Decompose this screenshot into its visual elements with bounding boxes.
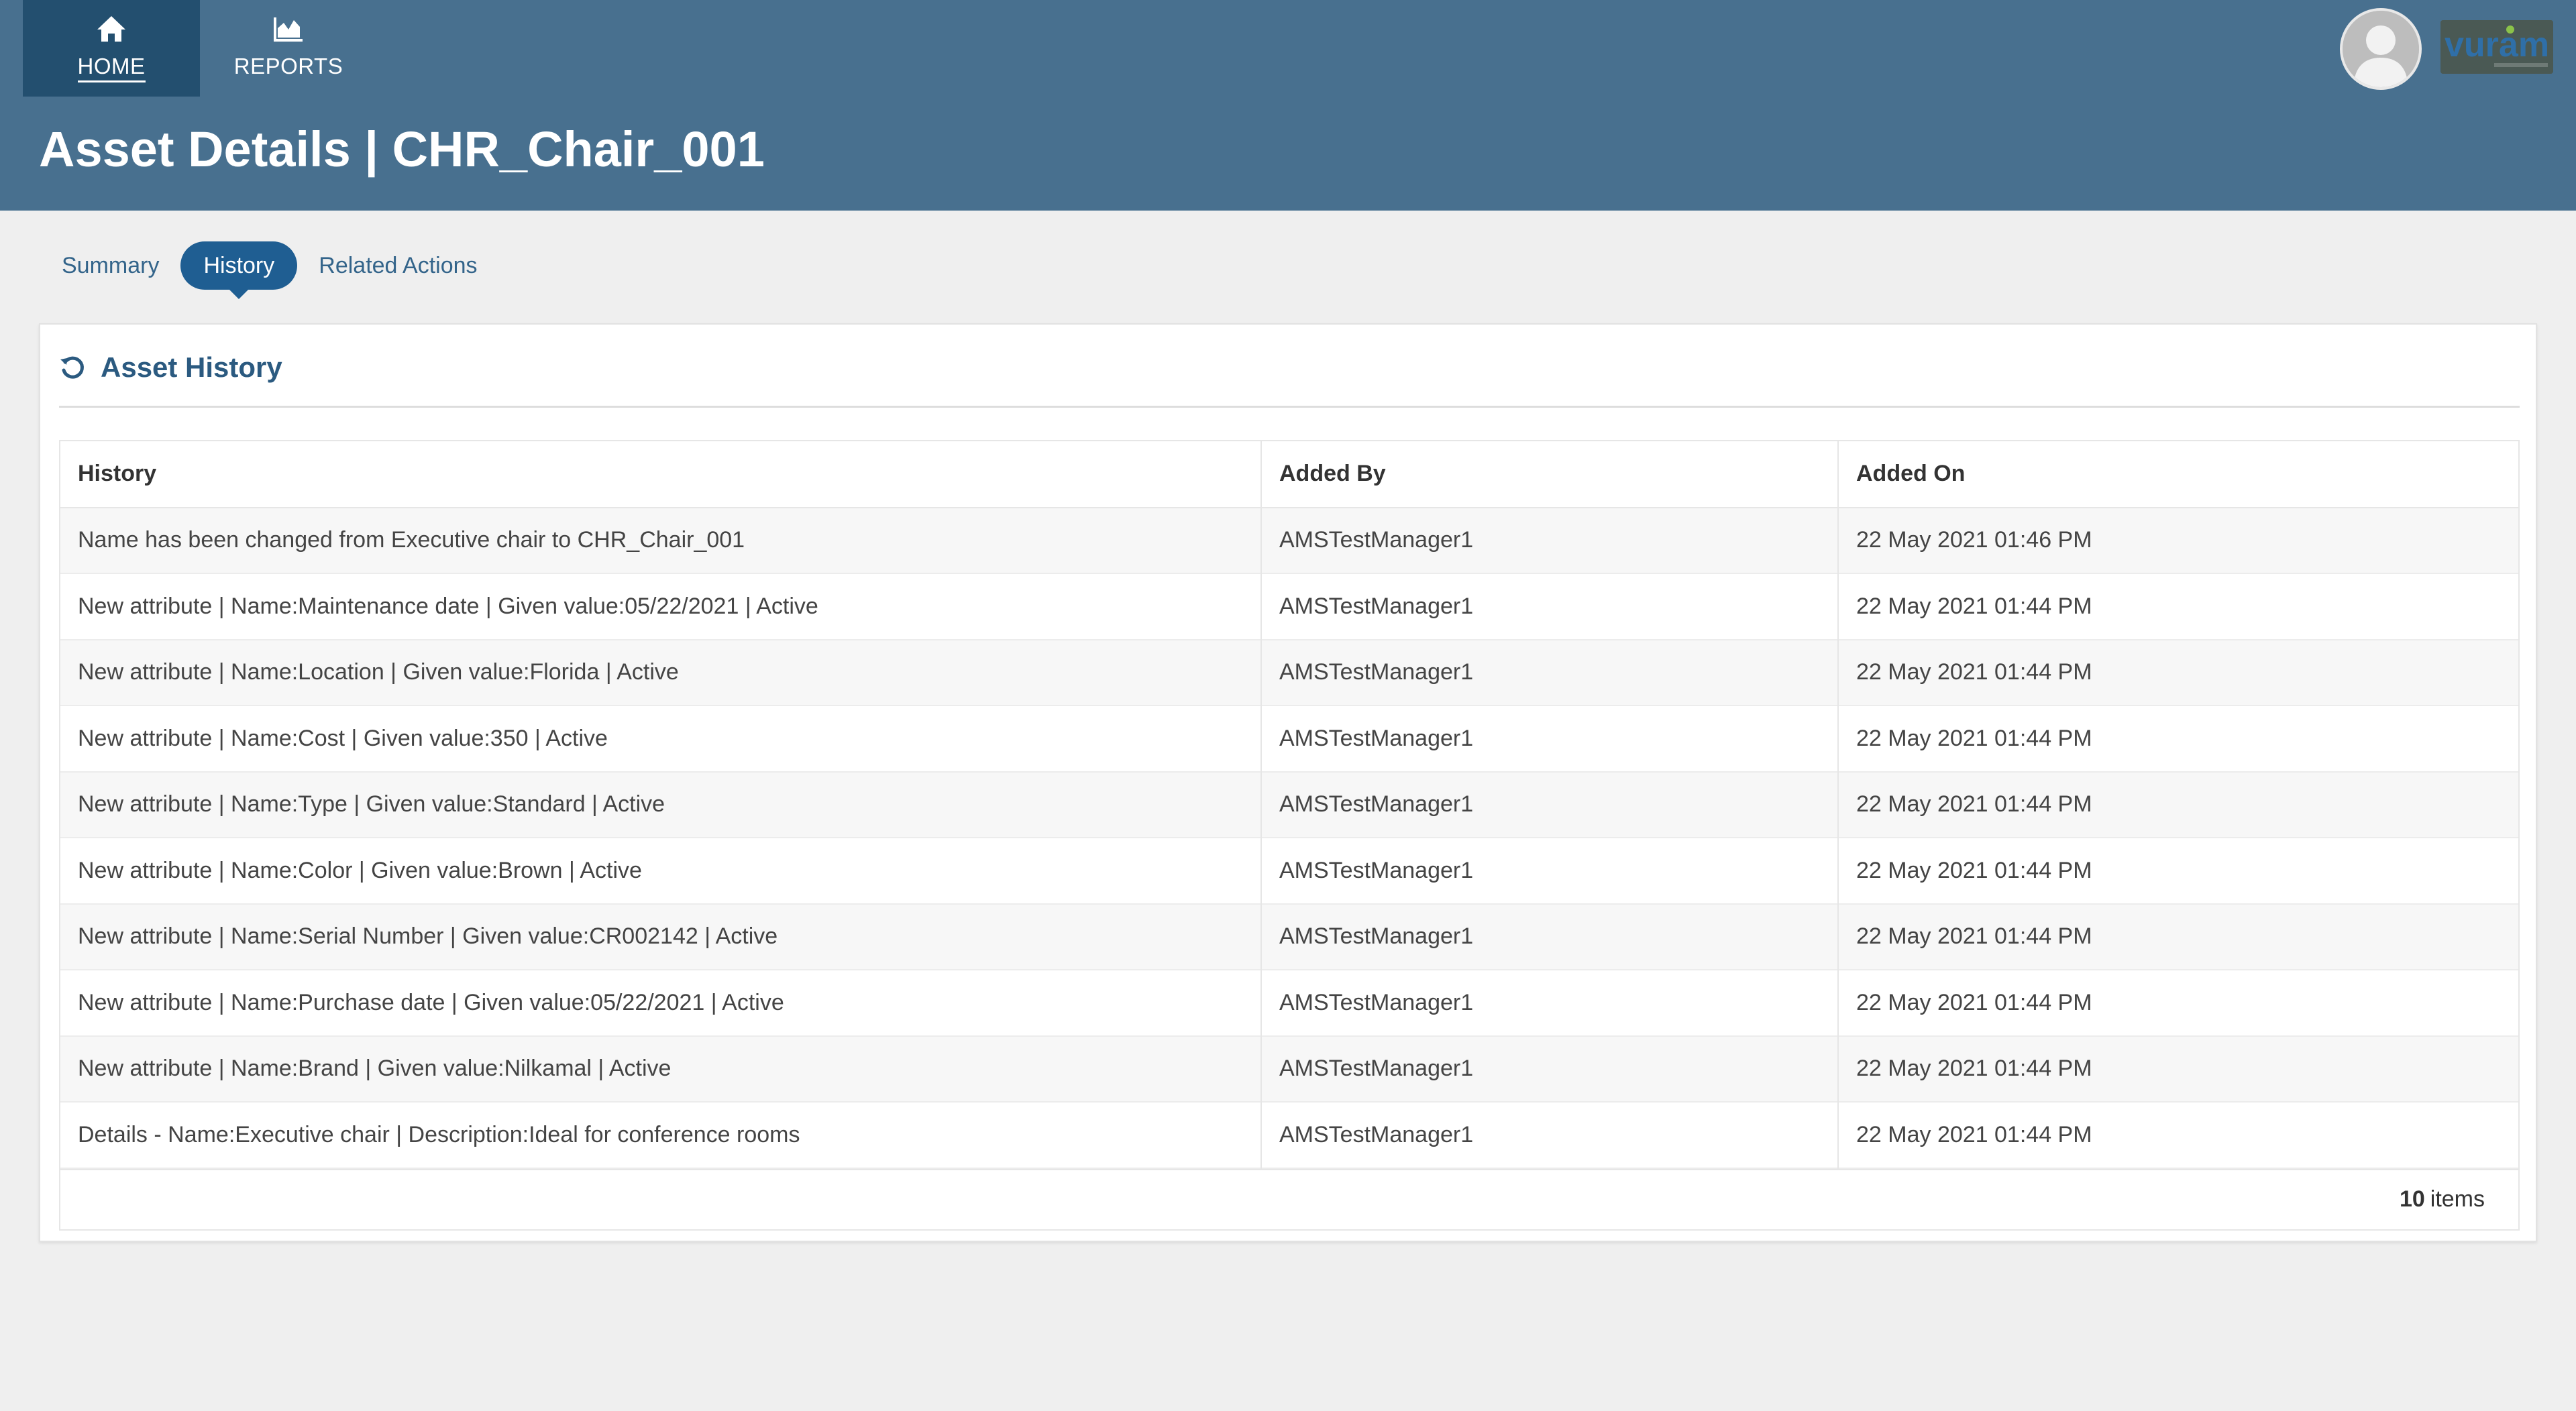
panel-header: Asset History xyxy=(59,350,2520,408)
user-avatar[interactable] xyxy=(2340,8,2422,90)
cell-history: New attribute | Name:Maintenance date | … xyxy=(60,573,1262,640)
tab-bar: Summary History Related Actions xyxy=(48,241,491,290)
table-row: New attribute | Name:Type | Given value:… xyxy=(60,771,2518,838)
nav-home-label: HOME xyxy=(77,54,146,82)
history-icon xyxy=(60,356,84,379)
user-icon xyxy=(2343,11,2419,87)
cell-added-on: 22 May 2021 01:44 PM xyxy=(1856,791,2092,817)
tab-history[interactable]: History xyxy=(180,241,298,290)
cell-added-by: AMSTestManager1 xyxy=(1261,639,1839,706)
cell-history: New attribute | Name:Cost | Given value:… xyxy=(60,706,1262,772)
table-row: New attribute | Name:Purchase date | Giv… xyxy=(60,970,2518,1036)
cell-history: New attribute | Name:Type | Given value:… xyxy=(60,771,1262,838)
nav-home[interactable]: HOME xyxy=(23,0,200,97)
cell-history: New attribute | Name:Serial Number | Giv… xyxy=(60,903,1262,970)
asset-history-panel: Asset History History Added By Added On … xyxy=(39,323,2537,1242)
table-row: Name has been changed from Executive cha… xyxy=(60,507,2518,573)
brand-logo: vuram xyxy=(2440,20,2553,74)
cell-history: Name has been changed from Executive cha… xyxy=(60,507,1262,573)
page-title: Asset Details | CHR_Chair_001 xyxy=(39,121,765,177)
table-row: New attribute | Name:Color | Given value… xyxy=(60,838,2518,904)
vuram-logo-icon: vuram xyxy=(2440,20,2553,74)
app-header: HOME REPORTS vuram Asset Details | CHR_C… xyxy=(0,0,2576,211)
cell-history: Details - Name:Executive chair | Descrip… xyxy=(60,1102,1262,1168)
cell-added-on: 22 May 2021 01:44 PM xyxy=(1856,593,2092,619)
cell-added-on: 22 May 2021 01:44 PM xyxy=(1856,923,2092,950)
nav-reports[interactable]: REPORTS xyxy=(200,0,377,97)
chart-area-icon xyxy=(274,17,303,42)
cell-added-on: 22 May 2021 01:44 PM xyxy=(1856,857,2092,883)
cell-history: New attribute | Name:Brand | Given value… xyxy=(60,1035,1262,1102)
cell-added-by: AMSTestManager1 xyxy=(1261,1102,1839,1168)
cell-added-by: AMSTestManager1 xyxy=(1261,771,1839,838)
table-row: New attribute | Name:Cost | Given value:… xyxy=(60,706,2518,772)
cell-history: New attribute | Name:Color | Given value… xyxy=(60,838,1262,904)
svg-text:vuram: vuram xyxy=(2445,25,2549,64)
nav-reports-label: REPORTS xyxy=(233,54,343,78)
table-row: New attribute | Name:Brand | Given value… xyxy=(60,1035,2518,1102)
cell-added-on: 22 May 2021 01:44 PM xyxy=(1856,659,2092,685)
tab-summary[interactable]: Summary xyxy=(48,241,172,290)
cell-added-by: AMSTestManager1 xyxy=(1261,903,1839,970)
home-icon xyxy=(97,16,125,42)
table-header-row: History Added By Added On xyxy=(60,441,2518,508)
cell-added-by: AMSTestManager1 xyxy=(1261,573,1839,640)
column-header-added-on[interactable]: Added On xyxy=(1838,441,2518,508)
cell-added-on: 22 May 2021 01:44 PM xyxy=(1856,1056,2092,1082)
table-row: Details - Name:Executive chair | Descrip… xyxy=(60,1102,2518,1168)
item-count-unit: items xyxy=(2430,1186,2485,1212)
cell-added-on: 22 May 2021 01:46 PM xyxy=(1856,527,2092,553)
tab-related-actions[interactable]: Related Actions xyxy=(305,241,490,290)
cell-added-by: AMSTestManager1 xyxy=(1261,507,1839,573)
history-grid: History Added By Added On Name has been … xyxy=(59,440,2520,1231)
cell-added-on: 22 May 2021 01:44 PM xyxy=(1856,1121,2092,1147)
column-header-added-by[interactable]: Added By xyxy=(1261,441,1839,508)
cell-added-by: AMSTestManager1 xyxy=(1261,838,1839,904)
cell-history: New attribute | Name:Location | Given va… xyxy=(60,639,1262,706)
cell-added-by: AMSTestManager1 xyxy=(1261,1035,1839,1102)
table-row: New attribute | Name:Maintenance date | … xyxy=(60,573,2518,640)
grid-footer: 10 items xyxy=(60,1168,2518,1229)
cell-added-on: 22 May 2021 01:44 PM xyxy=(1856,725,2092,751)
cell-history: New attribute | Name:Purchase date | Giv… xyxy=(60,970,1262,1036)
cell-added-by: AMSTestManager1 xyxy=(1261,706,1839,772)
panel-title: Asset History xyxy=(101,351,282,383)
table-row: New attribute | Name:Serial Number | Giv… xyxy=(60,903,2518,970)
column-header-history[interactable]: History xyxy=(60,441,1262,508)
table-row: New attribute | Name:Location | Given va… xyxy=(60,639,2518,706)
item-count: 10 xyxy=(2399,1186,2425,1212)
cell-added-on: 22 May 2021 01:44 PM xyxy=(1856,989,2092,1015)
cell-added-by: AMSTestManager1 xyxy=(1261,970,1839,1036)
